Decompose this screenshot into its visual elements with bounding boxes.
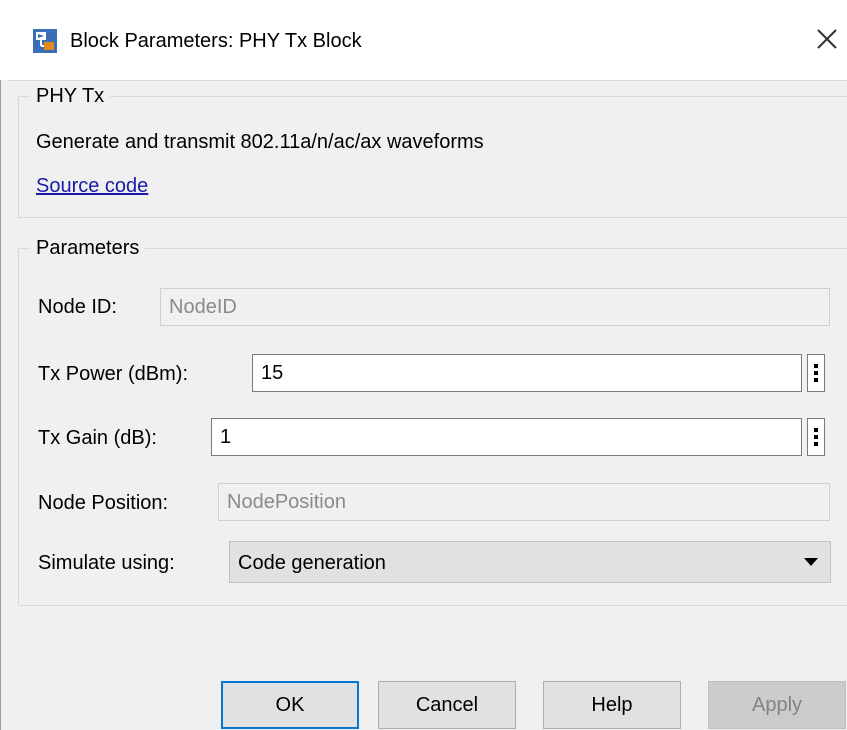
- phy-tx-legend: PHY Tx: [30, 84, 111, 108]
- tx-power-label: Tx Power (dBm):: [38, 363, 189, 385]
- tx-gain-field[interactable]: 1: [211, 418, 802, 456]
- help-button[interactable]: Help: [543, 681, 681, 729]
- simulate-using-label: Simulate using:: [38, 552, 175, 574]
- close-button[interactable]: [810, 22, 844, 56]
- node-position-label: Node Position:: [38, 492, 169, 514]
- simulate-using-value: Code generation: [238, 552, 386, 574]
- node-id-field[interactable]: NodeID: [160, 288, 830, 326]
- simulink-block-icon: [33, 29, 57, 53]
- close-icon: [817, 29, 837, 49]
- apply-button[interactable]: Apply: [708, 681, 846, 729]
- ok-button[interactable]: OK: [221, 681, 359, 729]
- node-position-field[interactable]: NodePosition: [218, 483, 830, 521]
- window-frame: [0, 80, 9, 730]
- node-id-label: Node ID:: [38, 296, 117, 318]
- tx-gain-label: Tx Gain (dB):: [38, 427, 157, 449]
- chevron-down-icon: [804, 558, 818, 566]
- parameters-legend: Parameters: [30, 236, 146, 260]
- title-bar: Block Parameters: PHY Tx Block: [0, 0, 847, 81]
- tx-power-options-button[interactable]: [807, 354, 825, 392]
- block-description: Generate and transmit 802.11a/n/ac/ax wa…: [36, 131, 484, 153]
- tx-power-field[interactable]: 15: [252, 354, 802, 392]
- source-code-link[interactable]: Source code: [36, 173, 148, 199]
- simulate-using-dropdown[interactable]: Code generation: [229, 541, 831, 583]
- phy-tx-group: [18, 96, 847, 218]
- cancel-button[interactable]: Cancel: [378, 681, 516, 729]
- window-title: Block Parameters: PHY Tx Block: [70, 30, 362, 52]
- tx-gain-options-button[interactable]: [807, 418, 825, 456]
